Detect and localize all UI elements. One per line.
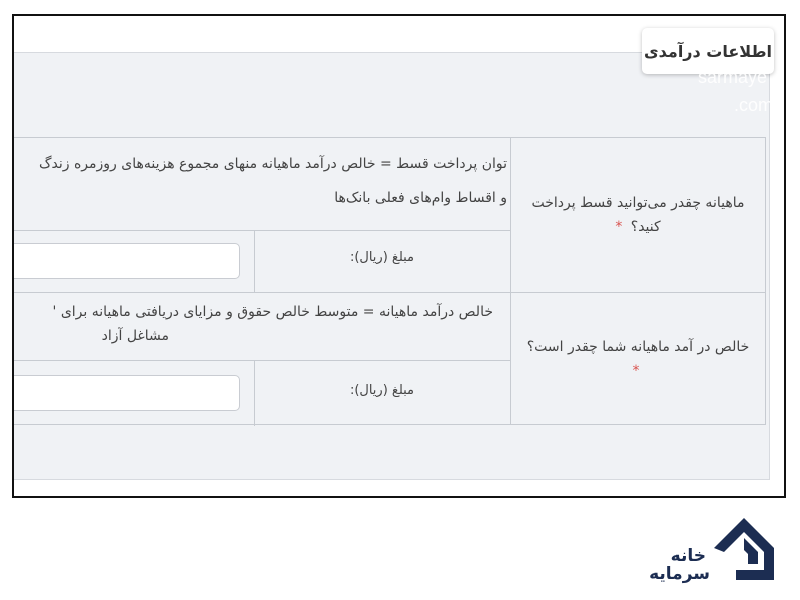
question-net-monthly-income: خالص در آمد ماهیانه شما چقدر است؟ * [510,293,765,425]
divider [14,230,510,231]
logo-text-line: سرمایه [649,564,710,584]
question-text: ماهیانه چقدر می‌توانید قسط پرداخت کنید؟ [531,195,745,235]
required-mark: * [632,363,640,379]
amount-input-installment[interactable] [14,243,240,279]
description-line: توان پرداخت قسط = خالص درآمد ماهیانه منه… [38,156,507,172]
watermark-text: .com [734,95,774,115]
description-line: و اقساط وام‌های فعلی بانک‌ها [334,190,507,206]
description-line: مشاغل آزاد [101,328,169,344]
income-table: ماهیانه چقدر می‌توانید قسط پرداخت کنید؟ … [14,137,766,426]
question-text: خالص در آمد ماهیانه شما چقدر است؟ [526,339,750,355]
amount-label: مبلغ (ریال): [349,383,415,398]
screenshot-frame: ماهیانه چقدر می‌توانید قسط پرداخت کنید؟ … [12,14,786,498]
divider [14,360,510,361]
form-panel: ماهیانه چقدر می‌توانید قسط پرداخت کنید؟ … [14,52,770,480]
required-mark: * [615,219,623,235]
amount-input-income[interactable] [14,375,240,411]
watermark-text: sarmaye [698,67,768,87]
description-line: خالص درآمد ماهیانه = متوسط خالص حقوق و م… [52,304,493,320]
question-installment-capacity: ماهیانه چقدر می‌توانید قسط پرداخت کنید؟ … [510,138,765,292]
amount-label: مبلغ (ریال): [349,250,415,265]
logo-text-line: خانه [670,546,706,566]
brand-logo: خانه سرمایه [649,508,782,588]
